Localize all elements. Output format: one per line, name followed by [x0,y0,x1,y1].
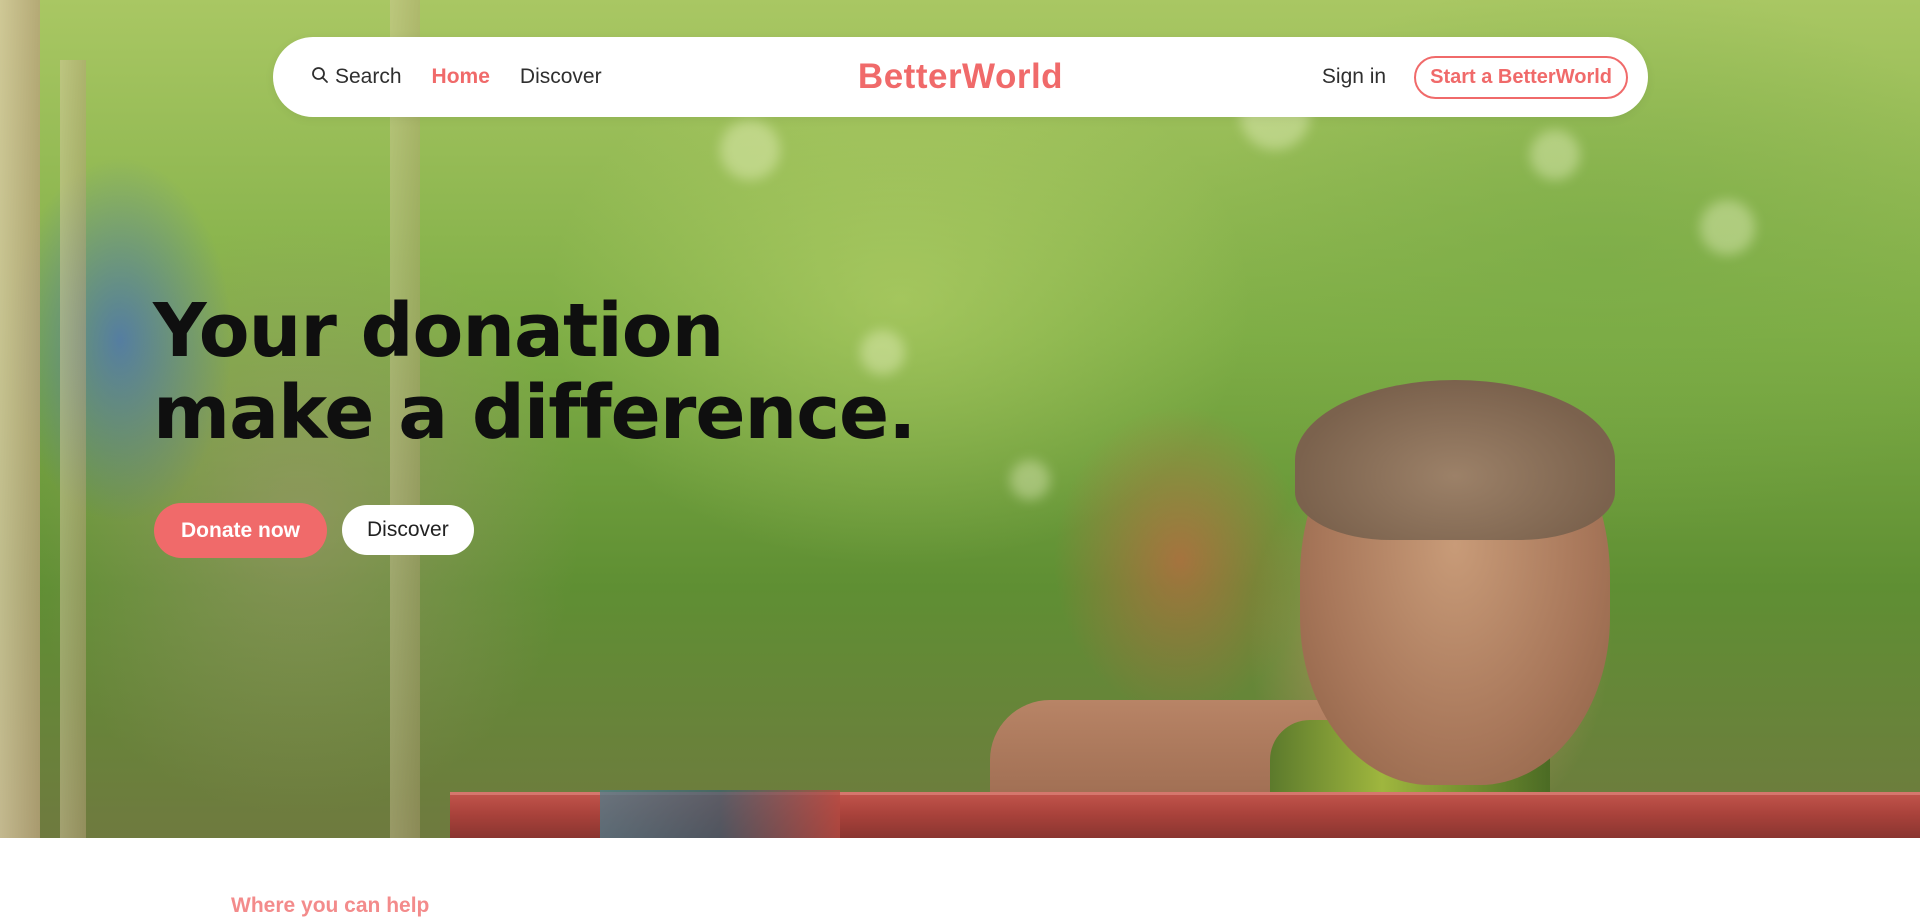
hero-title: Your donation make a difference. [153,290,1053,454]
nav-right-group: Sign in Start a BetterWorld [1322,37,1628,117]
donate-now-button[interactable]: Donate now [154,503,327,558]
sign-in-link[interactable]: Sign in [1322,65,1386,89]
top-navbar: Search Home Discover BetterWorld Sign in… [273,37,1648,117]
search-icon [311,66,329,88]
hero-title-line-1: Your donation [153,288,724,374]
nav-left-group: Search Home Discover [311,37,602,117]
nav-discover-link[interactable]: Discover [520,65,602,89]
nav-home-link[interactable]: Home [432,65,490,89]
start-betterworld-button[interactable]: Start a BetterWorld [1414,55,1628,99]
search-label: Search [335,65,402,88]
section-label-where-you-can-help: Where you can help [231,894,430,917]
search-link[interactable]: Search [311,65,402,89]
brand-logo[interactable]: BetterWorld [858,57,1063,97]
hero-discover-button[interactable]: Discover [342,505,474,555]
hero-title-line-2: make a difference. [153,370,916,456]
hero-actions: Donate now Discover [154,503,474,558]
